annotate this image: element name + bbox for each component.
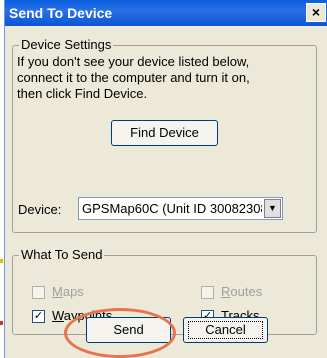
waypoints-checkbox[interactable]: ✓ (32, 310, 45, 323)
help-text: If you don't see your device listed belo… (17, 54, 312, 102)
maps-label: Maps (52, 284, 84, 299)
device-settings-legend: Device Settings (19, 37, 114, 52)
close-button[interactable]: × (306, 3, 326, 22)
help-line: If you don't see your device listed belo… (17, 54, 250, 69)
edge-mark (0, 321, 3, 325)
close-icon: × (311, 4, 321, 20)
cancel-label: Cancel (188, 321, 263, 339)
edge-mark (0, 259, 3, 263)
window-title: Send To Device (9, 5, 113, 21)
device-label: Device: (18, 202, 62, 217)
help-line: then click Find Device. (17, 86, 148, 101)
highlight-ring (64, 308, 176, 358)
help-line: connect it to the computer and turn it o… (17, 70, 250, 85)
checkmark-icon: ✓ (33, 310, 44, 322)
routes-label: Routes (221, 284, 263, 299)
cancel-button[interactable]: Cancel (183, 317, 268, 343)
send-to-device-dialog: Send To Device × Device Settings If you … (4, 0, 327, 358)
device-select-value: GPSMap60C (Unit ID 30082308 (82, 201, 262, 216)
what-to-send-legend: What To Send (19, 247, 105, 262)
title-bar[interactable]: Send To Device × (5, 0, 327, 26)
find-device-button[interactable]: Find Device (111, 120, 218, 146)
routes-checkbox[interactable] (201, 286, 214, 299)
chevron-down-icon[interactable]: ▼ (264, 199, 281, 218)
maps-checkbox[interactable] (32, 286, 45, 299)
device-select[interactable]: GPSMap60C (Unit ID 30082308 ▼ (78, 197, 283, 220)
